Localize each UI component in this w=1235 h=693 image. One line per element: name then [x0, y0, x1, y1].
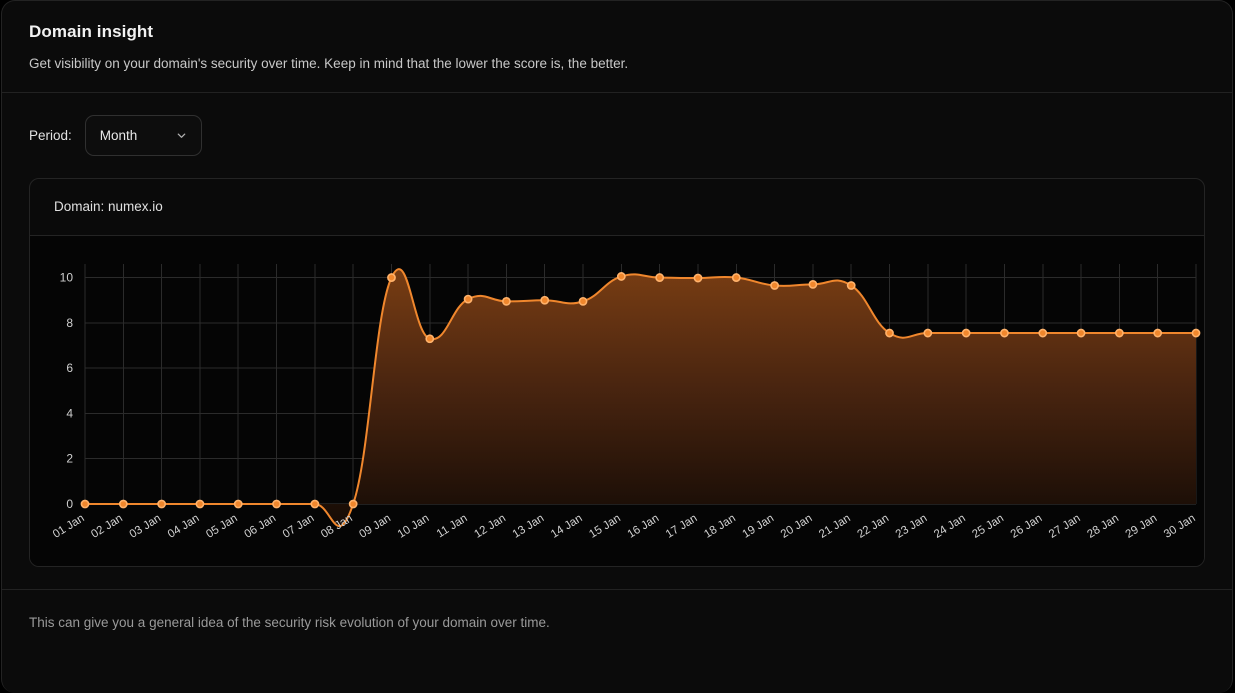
chart-data-point[interactable] [963, 329, 970, 336]
x-axis-tick-label: 12 Jan [472, 512, 508, 540]
x-axis-tick-label: 01 Jan [51, 512, 87, 540]
x-axis-tick-label: 15 Jan [587, 512, 623, 540]
chart-data-point[interactable] [426, 335, 433, 342]
chart-data-point[interactable] [618, 273, 625, 280]
svg-text:10: 10 [60, 270, 74, 284]
chart-data-point[interactable] [733, 274, 740, 281]
chart-data-point[interactable] [1077, 329, 1084, 336]
chart-data-point[interactable] [235, 500, 242, 507]
chart-area-fill [85, 269, 1196, 526]
x-axis-tick-label: 11 Jan [435, 512, 470, 540]
chart-data-point[interactable] [196, 500, 203, 507]
domain-insight-card: Domain insight Get visibility on your do… [1, 0, 1233, 693]
chart-data-point[interactable] [694, 274, 701, 281]
chart-data-point[interactable] [809, 281, 816, 288]
x-axis-tick-label: 18 Jan [702, 512, 738, 540]
chart-panel-header: Domain: numex.io [30, 179, 1204, 236]
chart-data-point[interactable] [848, 282, 855, 289]
chart-data-point[interactable] [388, 274, 395, 281]
chart-data-point[interactable] [886, 329, 893, 336]
footer-help-text: This can give you a general idea of the … [29, 615, 550, 630]
x-axis-tick-label: 17 Jan [664, 512, 700, 540]
chart-data-point[interactable] [541, 297, 548, 304]
chart-y-axis-labels: 0 2 4 6 8 10 [60, 270, 74, 510]
period-control-row: Period: Month [29, 115, 1205, 156]
chart-data-point[interactable] [771, 282, 778, 289]
period-label: Period: [29, 128, 72, 143]
x-axis-tick-label: 24 Jan [932, 512, 968, 540]
chart-data-point[interactable] [158, 500, 165, 507]
x-axis-tick-label: 05 Jan [204, 512, 240, 540]
x-axis-tick-label: 30 Jan [1162, 512, 1198, 540]
chart-data-point[interactable] [924, 329, 931, 336]
chart-data-point[interactable] [311, 500, 318, 507]
chart-area: 0 2 4 6 8 10 01 Jan02 Jan03 Jan04 Jan05 Jan06… [30, 236, 1204, 566]
chart-data-point[interactable] [1001, 329, 1008, 336]
svg-text:8: 8 [66, 316, 73, 330]
chart-data-point[interactable] [1154, 329, 1161, 336]
chart-panel: Domain: numex.io 0 2 4 6 8 10 [29, 178, 1205, 567]
x-axis-tick-label: 04 Jan [166, 512, 202, 540]
svg-text:2: 2 [66, 452, 73, 466]
x-axis-tick-label: 27 Jan [1047, 512, 1083, 540]
x-axis-tick-label: 10 Jan [396, 512, 432, 540]
chart-data-point[interactable] [579, 298, 586, 305]
svg-text:0: 0 [66, 497, 73, 511]
x-axis-tick-label: 16 Jan [626, 512, 662, 540]
chart-domain-label: Domain: numex.io [54, 199, 163, 214]
chart-data-point[interactable] [1116, 329, 1123, 336]
chart-data-point[interactable] [81, 500, 88, 507]
period-select-value: Month [100, 128, 138, 143]
page-subtitle: Get visibility on your domain's security… [29, 56, 1205, 72]
x-axis-tick-label: 02 Jan [89, 512, 125, 540]
chart-data-point[interactable] [120, 500, 127, 507]
x-axis-tick-label: 19 Jan [741, 512, 777, 540]
svg-text:6: 6 [66, 361, 73, 375]
chart-data-point[interactable] [273, 500, 280, 507]
domain-score-area-chart[interactable]: 0 2 4 6 8 10 01 Jan02 Jan03 Jan04 Jan05 Jan06… [30, 236, 1205, 566]
x-axis-tick-label: 21 Jan [817, 512, 853, 540]
chart-data-point[interactable] [503, 298, 510, 305]
chart-x-axis-labels: 01 Jan02 Jan03 Jan04 Jan05 Jan06 Jan07 J… [51, 512, 1198, 540]
chevron-down-icon [175, 129, 188, 142]
x-axis-tick-label: 06 Jan [242, 512, 278, 540]
x-axis-tick-label: 13 Jan [511, 512, 547, 540]
chart-data-point[interactable] [1039, 329, 1046, 336]
chart-data-point[interactable] [350, 500, 357, 507]
x-axis-tick-label: 07 Jan [281, 512, 317, 540]
x-axis-tick-label: 03 Jan [128, 512, 164, 540]
x-axis-tick-label: 25 Jan [970, 512, 1006, 540]
page-title: Domain insight [29, 23, 1205, 42]
x-axis-tick-label: 22 Jan [855, 512, 891, 540]
page-root: Domain insight Get visibility on your do… [0, 0, 1235, 693]
chart-data-point[interactable] [656, 274, 663, 281]
x-axis-tick-label: 29 Jan [1124, 512, 1160, 540]
chart-data-point[interactable] [465, 295, 472, 302]
x-axis-tick-label: 26 Jan [1009, 512, 1045, 540]
x-axis-tick-label: 23 Jan [894, 512, 930, 540]
card-header: Domain insight Get visibility on your do… [2, 1, 1232, 93]
x-axis-tick-label: 20 Jan [779, 512, 815, 540]
x-axis-tick-label: 09 Jan [357, 512, 393, 540]
period-select[interactable]: Month [85, 115, 202, 156]
card-footer: This can give you a general idea of the … [2, 589, 1232, 660]
x-axis-tick-label: 14 Jan [549, 512, 585, 540]
chart-data-point[interactable] [1192, 329, 1199, 336]
x-axis-tick-label: 28 Jan [1085, 512, 1121, 540]
svg-text:4: 4 [66, 406, 73, 420]
card-body: Period: Month Domain: numex.io [2, 93, 1232, 567]
